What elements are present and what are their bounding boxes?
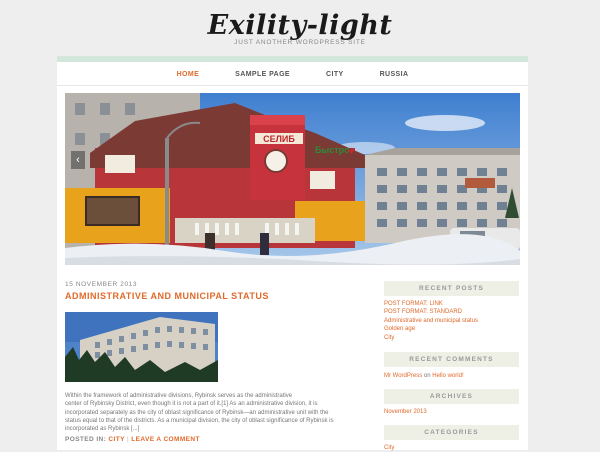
comment-on-text: on	[423, 373, 431, 379]
recent-post-link[interactable]: POST FORMAT: STANDARD	[384, 308, 519, 316]
nav-item-home[interactable]: HOME	[159, 69, 218, 81]
site-description: JUST ANOTHER WORDPRESS SITE	[234, 39, 366, 46]
meta-separator: |	[126, 436, 130, 443]
featured-slider[interactable]: СЕЛИБ Быстро + ‹	[65, 93, 520, 265]
shop-sign-right: Быстро	[315, 145, 350, 155]
site-title[interactable]: Exility-light	[0, 10, 600, 41]
shop-sign-left: СЕЛИБ	[263, 134, 295, 144]
recent-comment-item: Mr WordPress on Hello world!	[384, 372, 519, 380]
recent-posts-title: RECENT POSTS	[384, 281, 519, 296]
post-category-link[interactable]: CITY	[108, 436, 124, 443]
post-excerpt-line: center of Rybinsky District, even though…	[65, 401, 318, 408]
post-thumbnail[interactable]	[65, 312, 218, 382]
comment-post-link[interactable]: Hello world!	[432, 373, 463, 379]
recent-comments-list: Mr WordPress on Hello world!	[384, 372, 519, 380]
post-date: 15 NOVEMBER 2013	[65, 281, 138, 288]
top-accent-bar	[57, 56, 528, 62]
page-container: HOME SAMPLE PAGE CITY RUSSIA СЕЛИБ Быстр…	[57, 56, 528, 452]
recent-post-link[interactable]: POST FORMAT: LINK	[384, 300, 519, 308]
nav-item-city[interactable]: CITY	[308, 69, 362, 81]
post-excerpt-line: incorporated separately as the city of o…	[65, 409, 329, 416]
recent-post-link[interactable]: Golden age	[384, 325, 519, 333]
categories-title: CATEGORIES	[384, 425, 519, 440]
post-excerpt: Within the framework of administrative d…	[65, 392, 365, 433]
chevron-left-icon[interactable]: ‹	[71, 151, 85, 169]
category-link[interactable]: City	[384, 444, 519, 452]
post-meta: POSTED IN: CITY | LEAVE A COMMENT	[65, 436, 376, 443]
recent-post-link[interactable]: Administrative and municipal status	[384, 317, 519, 325]
archive-link[interactable]: November 2013	[384, 408, 519, 416]
post-excerpt-line: incorporated as Rybinsk [...]	[65, 426, 140, 433]
leave-comment-link[interactable]: LEAVE A COMMENT	[131, 436, 200, 443]
post-thumbnail-image	[65, 312, 218, 382]
nav-divider	[57, 85, 528, 86]
post-title[interactable]: ADMINISTRATIVE AND MUNICIPAL STATUS	[65, 291, 269, 301]
post-excerpt-line: Within the framework of administrative d…	[65, 393, 293, 399]
nav-item-russia[interactable]: RUSSIA	[362, 69, 427, 81]
archives-list: November 2013	[384, 408, 519, 416]
post-excerpt-line: status equal to that of the districts. A…	[65, 417, 334, 424]
nav-item-sample-page[interactable]: SAMPLE PAGE	[217, 69, 308, 81]
recent-comments-title: RECENT COMMENTS	[384, 352, 519, 367]
categories-list: City	[384, 444, 519, 452]
archives-title: ARCHIVES	[384, 389, 519, 404]
shop-sign-plus: +	[348, 144, 355, 158]
slider-image: СЕЛИБ Быстро +	[65, 93, 520, 265]
comment-author-link[interactable]: Mr WordPress	[384, 373, 422, 379]
main-nav: HOME SAMPLE PAGE CITY RUSSIA	[57, 69, 528, 81]
recent-posts-list: POST FORMAT: LINK POST FORMAT: STANDARD …	[384, 300, 519, 342]
recent-post-link[interactable]: City	[384, 334, 519, 342]
posted-in-label: POSTED IN:	[65, 436, 107, 443]
